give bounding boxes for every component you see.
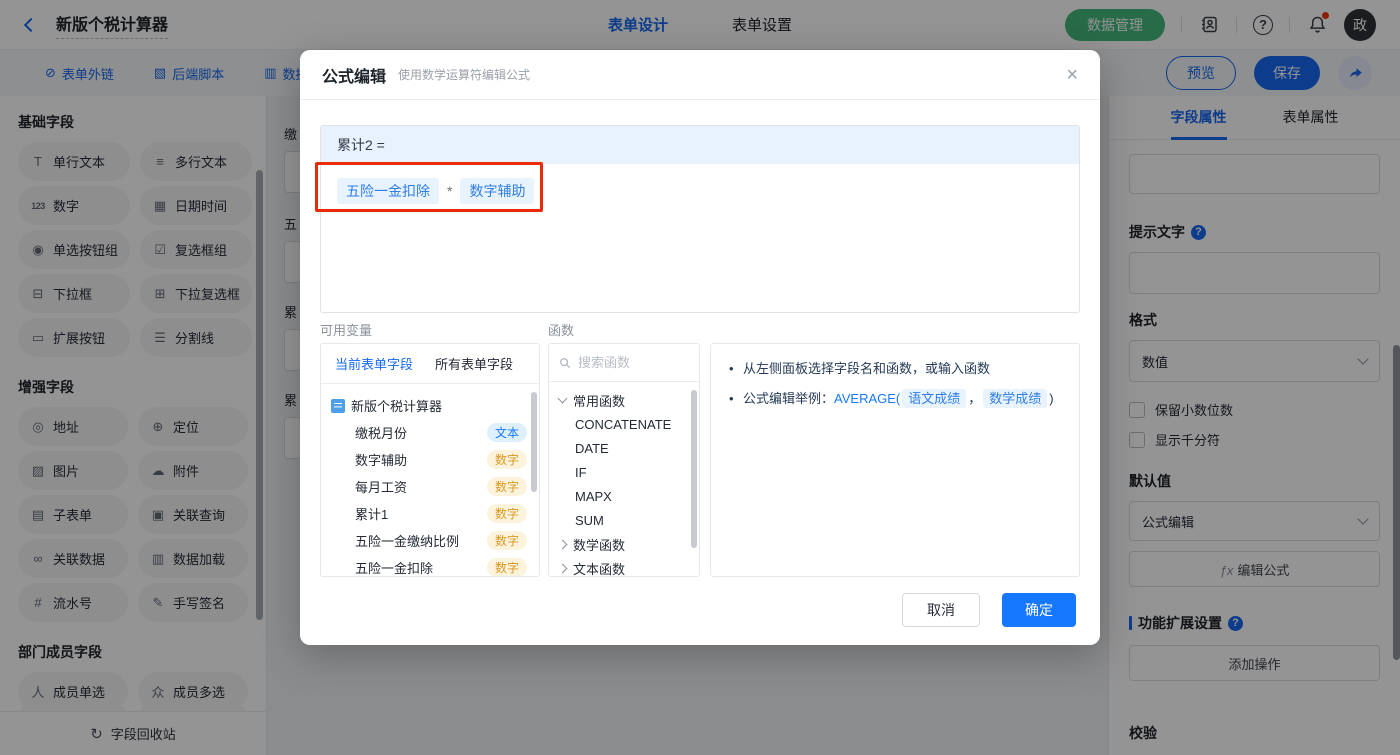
- chevron-collapsed-icon: [557, 539, 568, 549]
- tip-line-2: 公式编辑举例：AVERAGE(语文成绩，数学成绩): [727, 388, 1063, 410]
- function-item[interactable]: IF: [559, 460, 693, 484]
- function-item[interactable]: MAPX: [559, 484, 693, 508]
- example-field-chip: 语文成绩: [902, 389, 967, 408]
- type-badge: 数字: [486, 504, 527, 523]
- function-search-input[interactable]: [577, 355, 689, 370]
- formula-operator: *: [447, 183, 453, 199]
- tips-panel: 从左侧面板选择字段名和函数，或输入函数 公式编辑举例：AVERAGE(语文成绩，…: [710, 343, 1080, 577]
- type-badge: 数字: [486, 558, 527, 576]
- formula-token-field[interactable]: 数字辅助: [460, 178, 535, 204]
- functions-label: 函数: [548, 323, 575, 338]
- variable-item[interactable]: 数字辅助 数字: [331, 446, 531, 473]
- function-group-text[interactable]: 文本函数: [557, 556, 693, 576]
- variable-item[interactable]: 累计1 数字: [331, 500, 531, 527]
- tip-line-1: 从左侧面板选择字段名和函数，或输入函数: [727, 358, 1063, 380]
- close-icon[interactable]: ×: [1066, 65, 1078, 85]
- formula-box: 累计2 = 五险一金扣除 * 数字辅助: [320, 125, 1080, 313]
- confirm-button[interactable]: 确定: [1002, 593, 1076, 627]
- cancel-button[interactable]: 取消: [902, 593, 980, 627]
- type-badge: 数字: [486, 477, 527, 496]
- formula-target: 累计2 =: [321, 126, 1079, 164]
- type-badge: 数字: [486, 450, 527, 469]
- modal-subtitle: 使用数学运算符编辑公式: [398, 68, 531, 82]
- chevron-expanded-icon: [557, 393, 568, 404]
- example-function: AVERAGE(: [834, 391, 901, 406]
- type-badge: 文本: [486, 423, 527, 442]
- form-doc-icon: [331, 398, 345, 413]
- variable-item[interactable]: 缴税月份 文本: [331, 419, 531, 446]
- search-icon: [560, 357, 571, 368]
- variable-item[interactable]: 每月工资 数字: [331, 473, 531, 500]
- variable-tree-root[interactable]: 新版个税计算器: [331, 392, 531, 419]
- formula-editor-modal: 公式编辑 使用数学运算符编辑公式 × 累计2 = 五险一金扣除 * 数字辅助 可…: [300, 50, 1100, 645]
- function-item[interactable]: DATE: [559, 436, 693, 460]
- function-item[interactable]: CONCATENATE: [559, 412, 693, 436]
- function-group-common[interactable]: 常用函数: [557, 388, 693, 412]
- tab-current-form-fields[interactable]: 当前表单字段: [335, 354, 413, 373]
- tab-all-form-fields[interactable]: 所有表单字段: [435, 354, 513, 373]
- variable-item[interactable]: 五险一金缴纳比例 数字: [331, 527, 531, 554]
- functions-scrollbar[interactable]: [691, 390, 697, 548]
- example-field-chip: 数学成绩: [983, 389, 1048, 408]
- variables-scrollbar[interactable]: [531, 392, 537, 492]
- variable-item[interactable]: 五险一金扣除 数字: [331, 554, 531, 576]
- chevron-collapsed-icon: [557, 563, 568, 573]
- variables-panel: 当前表单字段 所有表单字段 新版个税计算器 缴税月份 文本 数字辅助 数字 每月工资…: [320, 343, 540, 577]
- function-group-math[interactable]: 数学函数: [557, 532, 693, 556]
- app-root: 新版个税计算器 表单设计 表单设置 数据管理 ? 政 ⊘ 表单外链 ▧ 后端脚本…: [0, 0, 1400, 755]
- function-item[interactable]: SUM: [559, 508, 693, 532]
- variables-label: 可用变量: [320, 323, 373, 338]
- functions-panel: 常用函数 CONCATENATE DATE IF MAPX SUM 数学函数 文…: [548, 343, 700, 577]
- formula-editor[interactable]: 五险一金扣除 * 数字辅助: [321, 164, 1079, 218]
- modal-title: 公式编辑: [322, 68, 387, 86]
- formula-token-field[interactable]: 五险一金扣除: [337, 178, 439, 204]
- type-badge: 数字: [486, 531, 527, 550]
